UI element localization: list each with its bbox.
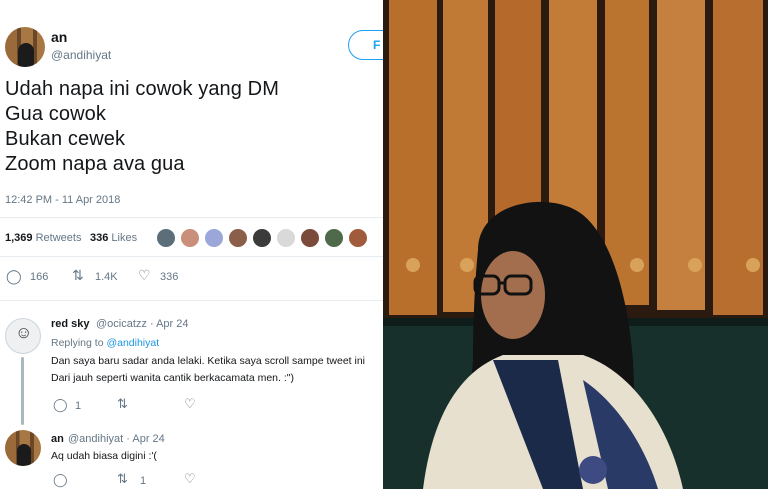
liker-avatar[interactable] xyxy=(252,228,272,248)
liker-avatar[interactable] xyxy=(228,228,248,248)
retweet-stat[interactable]: 1,369 Retweets xyxy=(5,232,81,244)
likes-stat[interactable]: 336 Likes xyxy=(90,232,137,244)
replying-to-label: Replying to xyxy=(51,337,104,349)
reply-text-line: Dari jauh seperti wanita cantik berkacam… xyxy=(51,372,295,384)
tweet-panel: an @andihiyat F Udah napa ini cowok yang… xyxy=(0,0,385,489)
divider xyxy=(0,256,385,257)
like-count: 336 xyxy=(160,271,179,283)
reply-author-name[interactable]: an xyxy=(51,433,64,445)
heart-icon[interactable]: ♡ xyxy=(184,396,196,412)
author-handle[interactable]: @andihiyat xyxy=(51,48,111,62)
liker-avatar[interactable] xyxy=(300,228,320,248)
retweet-stat-label: Retweets xyxy=(35,232,82,244)
reply-avatar[interactable] xyxy=(5,318,41,354)
reply-icon[interactable]: ◯ xyxy=(6,268,22,285)
tweet-text-line: Gua cowok xyxy=(5,103,106,125)
author-avatar[interactable] xyxy=(5,27,45,67)
tweet-text-line: Zoom napa ava gua xyxy=(5,153,185,175)
replying-to-handle[interactable]: @andihiyat xyxy=(106,337,159,349)
tweet-timestamp[interactable]: 12:42 PM - 11 Apr 2018 xyxy=(5,194,120,206)
reply-text-line: Dan saya baru sadar anda lelaki. Ketika … xyxy=(51,355,365,367)
reply-author-name[interactable]: red sky xyxy=(51,318,90,330)
liker-avatar[interactable] xyxy=(324,228,344,248)
liker-avatar[interactable] xyxy=(276,228,296,248)
tweet-text-line: Bukan cewek xyxy=(5,128,126,150)
thread-connector xyxy=(21,357,24,425)
retweet-icon[interactable]: ⇅ xyxy=(72,267,84,284)
liker-avatar[interactable] xyxy=(180,228,200,248)
reply-text-line: Aq udah biasa digini :'( xyxy=(51,450,157,462)
likes-stat-label: Likes xyxy=(111,232,138,244)
liker-avatar[interactable] xyxy=(348,228,368,248)
retweet-icon[interactable]: ⇅ xyxy=(117,471,128,487)
divider xyxy=(0,300,385,301)
likes-stat-count: 336 xyxy=(90,232,109,244)
retweet-stat-count: 1,369 xyxy=(5,232,33,244)
retweet-count: 1.4K xyxy=(95,271,118,283)
reply-icon[interactable]: ◯ xyxy=(53,472,68,488)
author-name[interactable]: an xyxy=(51,29,67,45)
reply-author-handle[interactable]: @andihiyat · Apr 24 xyxy=(68,433,165,445)
profile-photo xyxy=(383,0,768,489)
reply-icon[interactable]: ◯ xyxy=(53,397,68,413)
divider xyxy=(0,217,385,218)
reply-author-handle[interactable]: @ocicatzz · Apr 24 xyxy=(96,318,188,330)
heart-icon[interactable]: ♡ xyxy=(184,471,196,487)
reply-avatar[interactable] xyxy=(5,430,41,466)
retweet-icon[interactable]: ⇅ xyxy=(117,396,128,412)
follow-button[interactable]: F xyxy=(348,30,385,60)
reply-count: 166 xyxy=(30,271,49,283)
liker-avatar[interactable] xyxy=(204,228,224,248)
retweet-count: 1 xyxy=(140,475,147,487)
reply-count: 1 xyxy=(75,400,82,412)
tweet-text-line: Udah napa ini cowok yang DM xyxy=(5,78,279,100)
replying-to: Replying to @andihiyat xyxy=(51,337,159,349)
liker-avatar[interactable] xyxy=(156,228,176,248)
heart-icon[interactable]: ♡ xyxy=(138,267,151,284)
